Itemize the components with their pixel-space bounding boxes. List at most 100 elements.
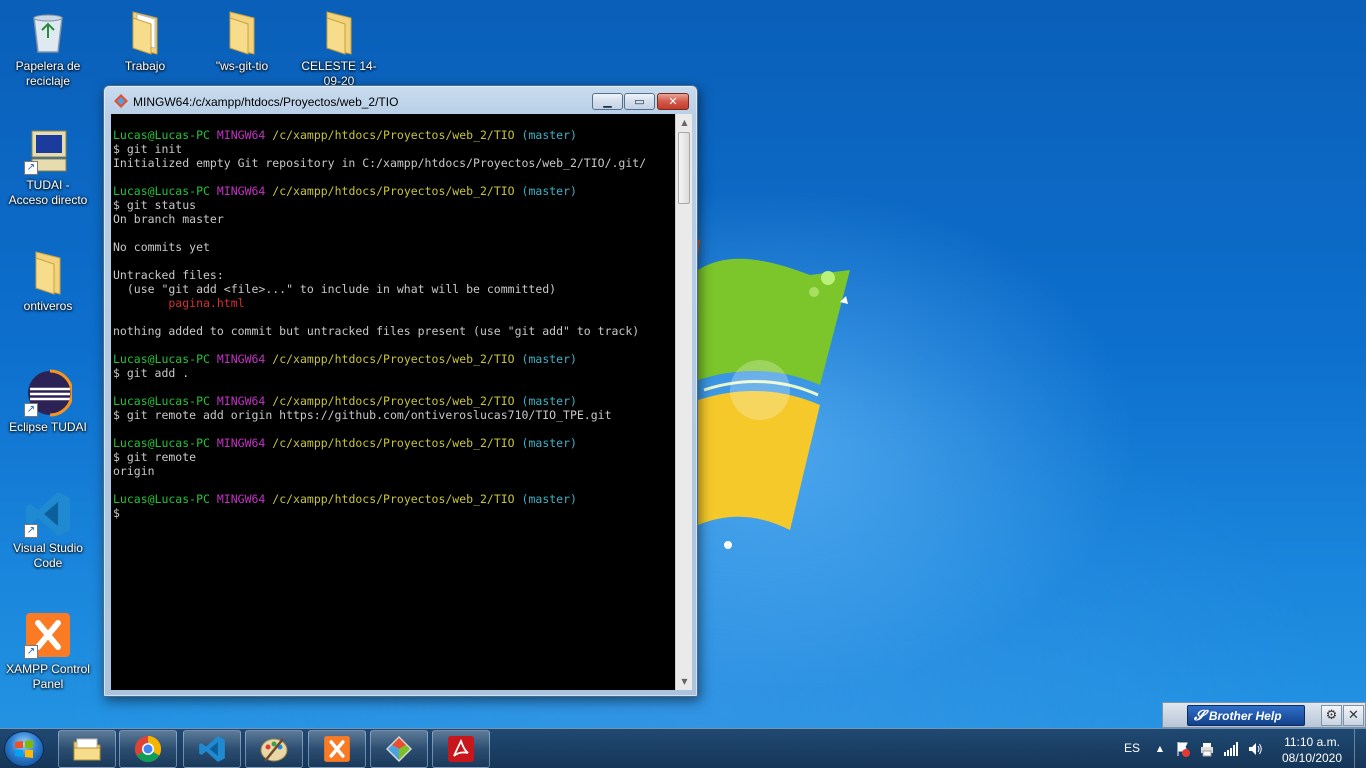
- prompt-host: MINGW64: [216, 436, 266, 450]
- desktop-icon-label: XAMPP Control Panel: [6, 662, 90, 691]
- folder-icon: [218, 8, 266, 56]
- maximize-button[interactable]: ▭: [624, 93, 655, 110]
- prompt-host: MINGW64: [216, 352, 266, 366]
- computer-icon: ↗: [24, 127, 72, 175]
- brother-close-button[interactable]: ✕: [1343, 705, 1364, 726]
- command-line: $ git remote: [113, 450, 197, 464]
- taskbar-acrobat[interactable]: [432, 730, 490, 768]
- network-signal-icon[interactable]: [1223, 741, 1239, 757]
- scroll-down-arrow-icon[interactable]: ▼: [676, 673, 693, 690]
- desktop-icon-xampp[interactable]: ↗ XAMPP Control Panel: [6, 611, 90, 692]
- window-title: MINGW64:/c/xampp/htdocs/Proyectos/web_2/…: [133, 95, 399, 109]
- folder-icon: [24, 248, 72, 296]
- taskbar: ES ▲ 11:10 a.m. 08/10/2020: [0, 728, 1366, 768]
- clock-date: 08/10/2020: [1281, 751, 1343, 765]
- shortcut-arrow-icon: ↗: [24, 161, 38, 175]
- prompt-path: /c/xampp/htdocs/Proyectos/web_2/TIO: [272, 492, 515, 506]
- close-icon: ✕: [1348, 708, 1359, 723]
- desktop-icon-label: "ws-git-tio: [215, 59, 269, 73]
- desktop-icon-tudai[interactable]: ↗ TUDAI - Acceso directo: [6, 127, 90, 208]
- desktop-icon-eclipse[interactable]: ↗ Eclipse TUDAI: [6, 369, 90, 435]
- printer-status-icon[interactable]: [1199, 741, 1215, 757]
- taskbar-vscode[interactable]: [183, 730, 241, 768]
- desktop-icon-ws-git-tio[interactable]: "ws-git-tio: [200, 8, 284, 74]
- brother-help-label: Brother Help: [1208, 708, 1282, 723]
- desktop-icon-trabajo[interactable]: Trabajo: [103, 8, 187, 74]
- prompt-user: Lucas@Lucas-PC: [113, 184, 210, 198]
- taskbar-file-explorer[interactable]: [58, 730, 116, 768]
- command-line: $ git status: [113, 198, 197, 212]
- desktop-icon-ontiveros[interactable]: ontiveros: [6, 248, 90, 314]
- prompt-user: Lucas@Lucas-PC: [113, 394, 210, 408]
- command-line: $ git add .: [113, 366, 190, 380]
- prompt-host: MINGW64: [216, 184, 266, 198]
- desktop-icon-recycle-bin[interactable]: Papelera de reciclaje: [6, 8, 90, 89]
- output-line: Initialized empty Git repository in C:/x…: [113, 156, 647, 170]
- desktop-icon-vscode[interactable]: ↗ Visual Studio Code: [6, 490, 90, 571]
- scroll-thumb[interactable]: [678, 132, 690, 204]
- system-clock[interactable]: 11:10 a.m. 08/10/2020: [1270, 734, 1354, 766]
- recycle-bin-icon: [24, 8, 72, 56]
- start-button[interactable]: [4, 731, 44, 767]
- prompt-user: Lucas@Lucas-PC: [113, 436, 210, 450]
- taskbar-paint[interactable]: [245, 730, 303, 768]
- git-bash-icon: [114, 94, 128, 108]
- scroll-up-arrow-icon[interactable]: ▲: [676, 114, 693, 131]
- taskbar-chrome[interactable]: [119, 730, 177, 768]
- paint-palette-icon: [260, 738, 288, 762]
- show-desktop-button[interactable]: [1354, 729, 1366, 768]
- acrobat-reader-icon: [448, 736, 474, 762]
- prompt-branch: (master): [521, 436, 577, 450]
- show-hidden-icons-arrow-icon[interactable]: ▲: [1152, 741, 1168, 757]
- action-center-flag-icon[interactable]: [1175, 741, 1191, 757]
- clock-time: 11:10 a.m.: [1284, 735, 1340, 749]
- vertical-scrollbar[interactable]: ▲ ▼: [675, 114, 692, 690]
- terminal-output[interactable]: Lucas@Lucas-PC MINGW64 /c/xampp/htdocs/P…: [111, 114, 675, 690]
- shortcut-arrow-icon: ↗: [24, 403, 38, 417]
- xampp-icon: [324, 736, 350, 762]
- chrome-icon: [134, 735, 162, 763]
- close-icon: ✕: [668, 95, 678, 108]
- mingw64-terminal-window[interactable]: MINGW64:/c/xampp/htdocs/Proyectos/web_2/…: [103, 85, 698, 697]
- desktop-icon-label: Papelera de reciclaje: [15, 59, 81, 88]
- desktop-icon-label: Visual Studio Code: [13, 541, 83, 570]
- prompt-branch: (master): [521, 352, 577, 366]
- taskbar-git-gui[interactable]: [370, 730, 428, 768]
- prompt-line: Lucas@Lucas-PC MINGW64 /c/xampp/htdocs/P…: [113, 128, 673, 142]
- desktop-icon-label: Trabajo: [124, 59, 166, 73]
- output-line: No commits yet: [113, 240, 210, 254]
- prompt-path: /c/xampp/htdocs/Proyectos/web_2/TIO: [272, 128, 515, 142]
- close-button[interactable]: ✕: [657, 93, 689, 110]
- shortcut-arrow-icon: ↗: [24, 645, 38, 659]
- language-indicator[interactable]: ES: [1124, 741, 1140, 755]
- prompt-user: Lucas@Lucas-PC: [113, 128, 210, 142]
- command-line: $ git remote add origin https://github.c…: [113, 408, 612, 422]
- prompt-line: Lucas@Lucas-PC MINGW64 /c/xampp/htdocs/P…: [113, 436, 673, 450]
- prompt-branch: (master): [521, 184, 577, 198]
- git-gui-icon: [386, 736, 412, 762]
- title-bar[interactable]: MINGW64:/c/xampp/htdocs/Proyectos/web_2/…: [104, 86, 697, 114]
- brother-settings-button[interactable]: ⚙: [1321, 705, 1342, 726]
- taskbar-xampp[interactable]: [308, 730, 366, 768]
- prompt-branch: (master): [521, 492, 577, 506]
- command-line: $ git init: [113, 142, 183, 156]
- prompt-path: /c/xampp/htdocs/Proyectos/web_2/TIO: [272, 352, 515, 366]
- volume-speaker-icon[interactable]: [1247, 741, 1263, 757]
- command-input-line[interactable]: $: [113, 506, 673, 520]
- desktop-icon-label: Eclipse TUDAI: [9, 420, 87, 434]
- brother-help-button[interactable]: 𝓢 Brother Help: [1187, 705, 1305, 726]
- file-explorer-icon: [73, 738, 101, 761]
- maximize-icon: ▭: [634, 95, 645, 108]
- prompt-user: Lucas@Lucas-PC: [113, 492, 210, 506]
- minimize-button[interactable]: ▁: [592, 93, 623, 110]
- desktop-icon-celeste[interactable]: CELESTE 14-09-20: [297, 8, 381, 89]
- folder-icon: [315, 8, 363, 56]
- windows-logo-wallpaper: [690, 240, 850, 549]
- output-line: Untracked files:: [113, 268, 224, 282]
- untracked-file-line: pagina.html: [113, 296, 245, 310]
